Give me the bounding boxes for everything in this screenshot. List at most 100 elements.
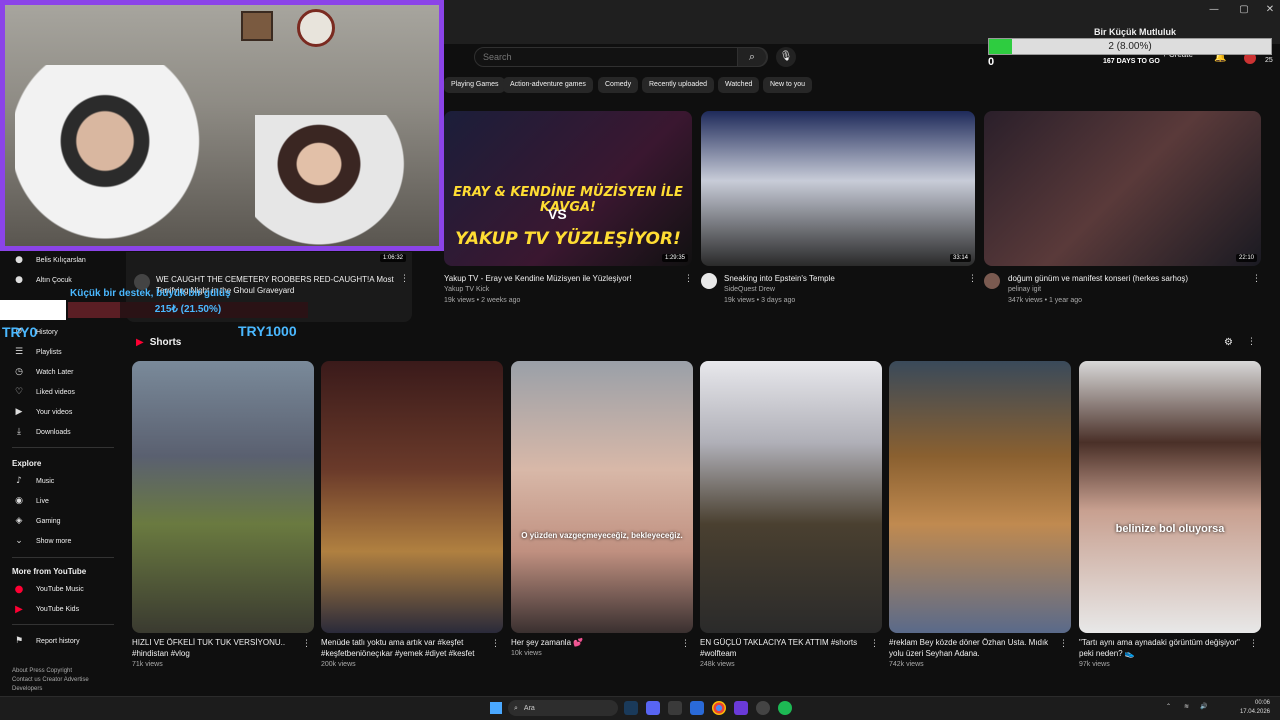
sidebar-item-music[interactable]: ♪ Music (12, 471, 54, 491)
short-title[interactable]: "Tartı aynı ama aynadaki görüntüm değişi… (1079, 637, 1247, 659)
search-box[interactable]: ⌕ (474, 47, 768, 67)
minimize-button[interactable]: — (1206, 4, 1222, 16)
goal-progress-bar: 2 (8.00%) (988, 38, 1272, 55)
sidebar-item-show-more[interactable]: ⌄ Show more (12, 531, 71, 551)
chip-recently-uploaded[interactable]: Recently uploaded (642, 77, 714, 93)
steam-icon[interactable] (624, 701, 638, 715)
short-views: 200k views (321, 661, 356, 668)
sidebar-item-report-history[interactable]: ⚑ Report history (12, 631, 80, 651)
sidebar-item-label: YouTube Music (36, 585, 84, 593)
donation-min: TRY0 (2, 324, 38, 340)
taskbar (0, 696, 1280, 720)
more-options-icon[interactable]: ⋮ (684, 274, 693, 284)
sidebar-item-liked[interactable]: ♡ Liked videos (12, 382, 75, 402)
footer-links[interactable]: About Press Copyright (12, 667, 72, 676)
chip-playing-games[interactable]: Playing Games (444, 77, 506, 93)
short-thumbnail[interactable]: O yüzden vazgeçmeyeceğiz, bekleyeceğiz. (511, 361, 693, 633)
more-options-icon[interactable]: ⋮ (400, 274, 409, 284)
channel-avatar[interactable] (984, 273, 1000, 289)
footer-links[interactable]: Developers (12, 685, 42, 694)
app-icon[interactable] (734, 701, 748, 715)
more-options-icon[interactable]: ⋮ (491, 639, 500, 649)
sidebar-item-your-videos[interactable]: ▶ Your videos (12, 402, 73, 422)
live-icon: ◉ (15, 496, 23, 506)
sidebar-item-live[interactable]: ◉ Live (12, 491, 49, 511)
tray-chevron-icon[interactable]: ⌃ (1166, 703, 1171, 710)
more-options-icon[interactable]: ⋮ (968, 274, 977, 284)
sidebar-item-youtube-music[interactable]: ● YouTube Music (12, 579, 84, 599)
chrome-icon[interactable] (712, 701, 726, 715)
shorts-settings-icon[interactable]: ⚙ (1224, 337, 1233, 348)
windows-start-icon[interactable] (490, 702, 502, 714)
video-thumbnail[interactable]: ERAY & KENDİNE MÜZİSYEN İLE KAVGA! YAKUP… (444, 111, 692, 266)
white-overlay-box (0, 300, 66, 320)
channel-avatar-icon: ● (15, 275, 23, 285)
app-icon[interactable] (756, 701, 770, 715)
short-thumbnail[interactable] (700, 361, 882, 633)
more-options-icon[interactable]: ⋮ (302, 639, 311, 649)
sidebar-item-label: Belis Kılıçarslan (36, 256, 86, 264)
video-thumbnail[interactable]: 22:10 (984, 111, 1261, 266)
sidebar-item-watch-later[interactable]: ◷ Watch Later (12, 362, 73, 382)
taskbar-date: 17.04.2026 (1239, 709, 1270, 715)
sidebar-item-label: Downloads (36, 428, 71, 436)
app-icon[interactable] (690, 701, 704, 715)
short-thumbnail[interactable]: belinize bol oluyorsa (1079, 361, 1261, 633)
chip-new-to-you[interactable]: New to you (763, 77, 813, 93)
chip-watched[interactable]: Watched (718, 77, 760, 93)
video-duration: 22:10 (1235, 254, 1257, 262)
volume-icon[interactable]: 🔊 (1200, 703, 1207, 710)
short-title[interactable]: HIZLI VE ÖFKELİ TUK TUK VERSİYONU.. #hin… (132, 637, 300, 659)
more-options-icon[interactable]: ⋮ (1247, 337, 1256, 347)
wifi-icon[interactable]: ≋ (1184, 703, 1189, 710)
gaming-icon: ◈ (15, 516, 23, 526)
playlists-icon: ☰ (14, 347, 24, 357)
taskbar-search[interactable]: ⌕ Ara (508, 700, 618, 716)
youtube-kids-icon: ▶ (15, 603, 23, 615)
more-options-icon[interactable]: ⋮ (870, 639, 879, 649)
footer-links[interactable]: Contact us Creator Advertise (12, 676, 89, 685)
search-input[interactable] (483, 52, 733, 62)
search-icon: ⌕ (514, 703, 518, 712)
guest-person (255, 115, 415, 246)
wall-clock-icon (297, 9, 335, 47)
search-icon[interactable]: ⌕ (737, 47, 767, 67)
sidebar-item-gaming[interactable]: ◈ Gaming (12, 511, 61, 531)
chip-comedy[interactable]: Comedy (598, 77, 639, 93)
channel-avatar[interactable] (701, 273, 717, 289)
maximize-button[interactable]: ▢ (1236, 4, 1252, 16)
video-title[interactable]: Yakup TV - Eray ve Kendine Müzisyen ile … (444, 273, 684, 284)
microphone-icon[interactable]: 🎙 (776, 47, 796, 67)
short-thumbnail[interactable] (889, 361, 1071, 633)
video-title[interactable]: Sneaking into Epstein's Temple (724, 273, 964, 284)
sidebar-sub-altin[interactable]: ● Altın Çocuk (12, 270, 72, 290)
discord-icon[interactable] (646, 701, 660, 715)
short-title[interactable]: Menüde tatlı yoktu ama artık var #keşfet… (321, 637, 489, 659)
short-title[interactable]: EN GÜÇLÜ TAKLACIYA TEK ATTIM #shorts #wo… (700, 637, 868, 659)
goal-days-left: 167 DAYS TO GO (1103, 58, 1160, 65)
more-options-icon[interactable]: ⋮ (1059, 639, 1068, 649)
close-button[interactable]: ✕ (1262, 4, 1278, 16)
sidebar-item-playlists[interactable]: ☰ Playlists (12, 342, 62, 362)
video-title[interactable]: doğum günüm ve manifest konseri (herkes … (1008, 273, 1248, 284)
thumbs-up-icon: ♡ (14, 387, 24, 397)
chip-action-adventure[interactable]: Action-adventure games (503, 77, 593, 93)
video-thumbnail[interactable]: 33:14 (701, 111, 975, 266)
short-thumbnail[interactable] (132, 361, 314, 633)
more-options-icon[interactable]: ⋮ (681, 639, 690, 649)
short-thumbnail[interactable] (321, 361, 503, 633)
sidebar-item-youtube-kids[interactable]: ▶ YouTube Kids (12, 599, 79, 619)
more-from-youtube-heading: More from YouTube (12, 567, 87, 576)
more-options-icon[interactable]: ⋮ (1252, 274, 1261, 284)
sidebar-item-label: Report history (36, 637, 80, 645)
sidebar-item-downloads[interactable]: ⤓ Downloads (12, 422, 71, 442)
video-channel[interactable]: SideQuest Drew (724, 284, 964, 295)
video-channel[interactable]: pelinay igit (1008, 284, 1248, 295)
spotify-icon[interactable] (778, 701, 792, 715)
sidebar-sub-belis[interactable]: ● Belis Kılıçarslan (12, 250, 86, 270)
video-channel[interactable]: Yakup TV Kick (444, 284, 684, 295)
short-title[interactable]: Her şey zamanla 💕 (511, 637, 679, 648)
short-title[interactable]: #reklam Bey közde döner Özhan Usta. Mıdı… (889, 637, 1057, 659)
app-icon[interactable] (668, 701, 682, 715)
more-options-icon[interactable]: ⋮ (1249, 639, 1258, 649)
